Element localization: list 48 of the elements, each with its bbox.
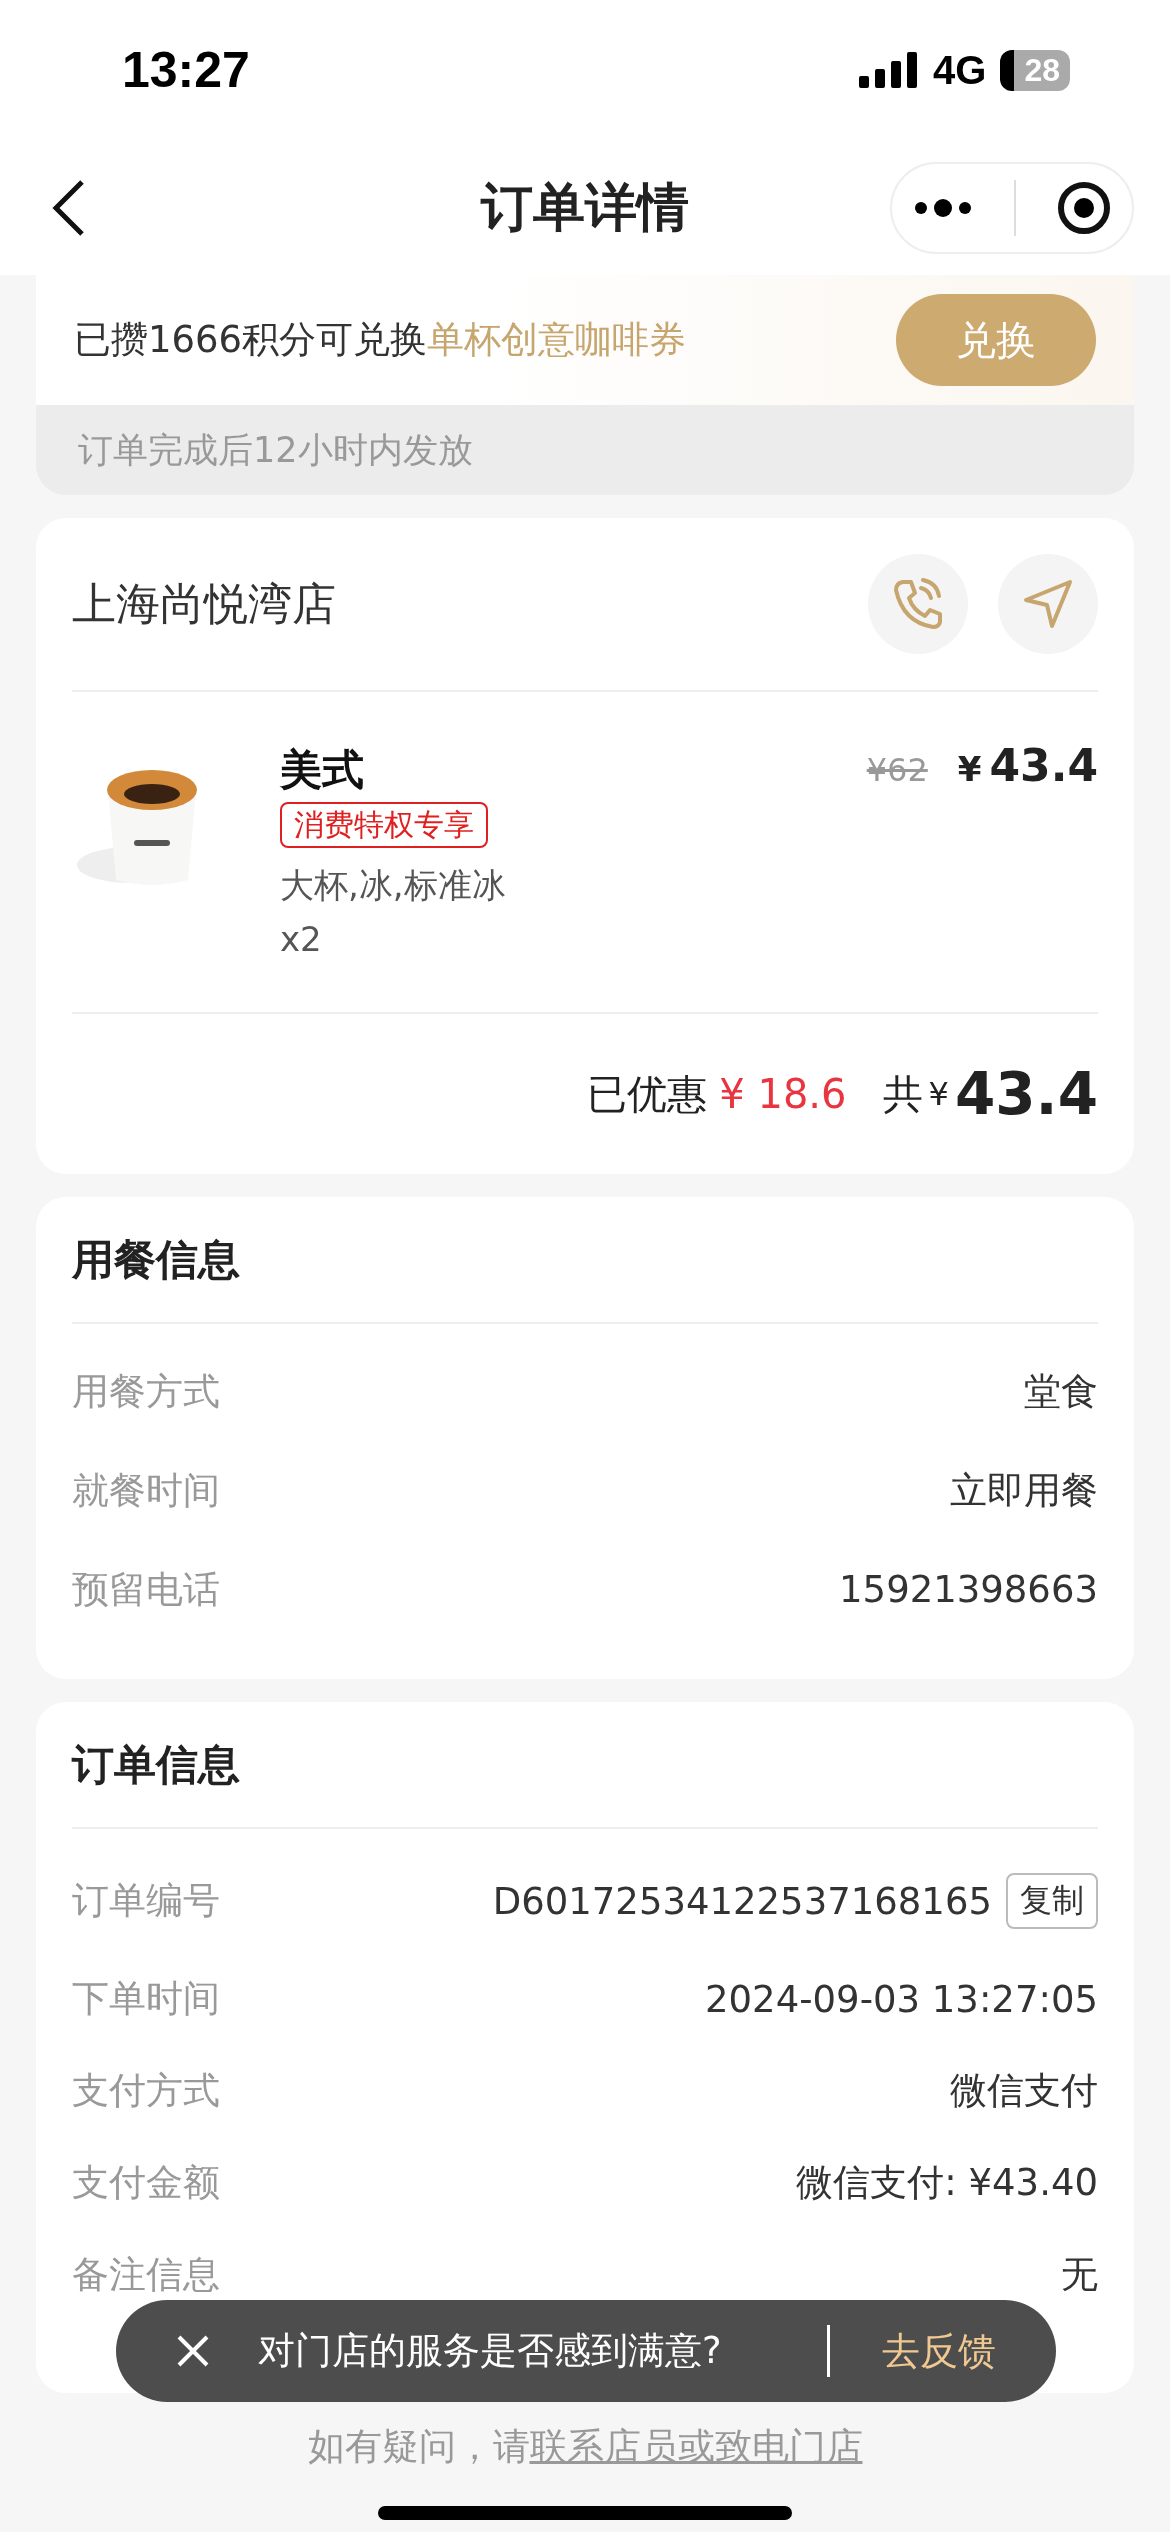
store-name: 上海尚悦湾店	[72, 576, 336, 631]
more-icon[interactable]	[912, 197, 973, 218]
discount-label: 已优惠	[587, 1069, 708, 1119]
close-icon[interactable]	[176, 2334, 210, 2368]
info-value: 微信支付	[950, 2068, 1098, 2114]
back-icon[interactable]	[52, 178, 86, 237]
currency-symbol: ¥	[957, 749, 982, 789]
toast-message: 对门店的服务是否感到满意?	[258, 2328, 723, 2374]
product-options: 大杯,冰,标准冰	[280, 858, 506, 912]
info-label: 备注信息	[72, 2252, 220, 2298]
info-value: 无	[1061, 2252, 1098, 2298]
page-title: 订单详情	[481, 175, 689, 239]
info-label: 支付方式	[72, 2068, 220, 2114]
info-value: 2024-09-03 13:27:05	[705, 1977, 1098, 2021]
network-label: 4G	[933, 47, 987, 93]
battery-indicator: 28	[1000, 49, 1070, 91]
info-value: D60172534122537168165	[492, 1879, 992, 1923]
total-amount: 43.4	[954, 1060, 1098, 1128]
original-price: ¥62	[866, 751, 928, 789]
discount-amount: ¥ 18.6	[719, 1071, 847, 1117]
product-name: 美式	[280, 744, 364, 796]
navigation-arrow-icon	[1022, 578, 1074, 630]
product-price: 43.4	[989, 740, 1098, 791]
help-text: 如有疑问，请	[307, 2425, 530, 2468]
points-note: 订单完成后12小时内发放	[77, 429, 474, 472]
info-label: 下单时间	[72, 1976, 220, 2022]
currency-symbol: ¥	[928, 1075, 949, 1113]
section-title: 用餐信息	[72, 1197, 1098, 1324]
info-value: 立即用餐	[950, 1467, 1098, 1514]
copy-button[interactable]: 复制	[1006, 1873, 1098, 1929]
points-message: 已攒1666积分可兑换单杯创意咖啡券	[74, 317, 687, 363]
info-value: 微信支付: ¥43.40	[796, 2160, 1098, 2206]
info-label: 用餐方式	[72, 1368, 220, 1415]
info-label: 就餐时间	[72, 1467, 220, 1514]
product-quantity: x2	[280, 918, 322, 961]
total-label: 共	[882, 1069, 923, 1119]
signal-icon	[859, 52, 920, 88]
info-value: 15921398663	[839, 1568, 1098, 1611]
close-target-icon[interactable]	[1057, 180, 1112, 235]
phone-icon	[893, 578, 943, 630]
info-label: 支付金额	[72, 2160, 220, 2206]
feedback-link[interactable]: 去反馈	[882, 2325, 996, 2377]
info-value: 堂食	[1024, 1368, 1098, 1415]
section-title: 订单信息	[72, 1702, 1098, 1829]
info-label: 订单编号	[72, 1878, 220, 1924]
info-label: 预留电话	[72, 1566, 220, 1613]
privilege-tag: 消费特权专享	[280, 802, 488, 848]
status-time: 13:27	[122, 41, 250, 99]
